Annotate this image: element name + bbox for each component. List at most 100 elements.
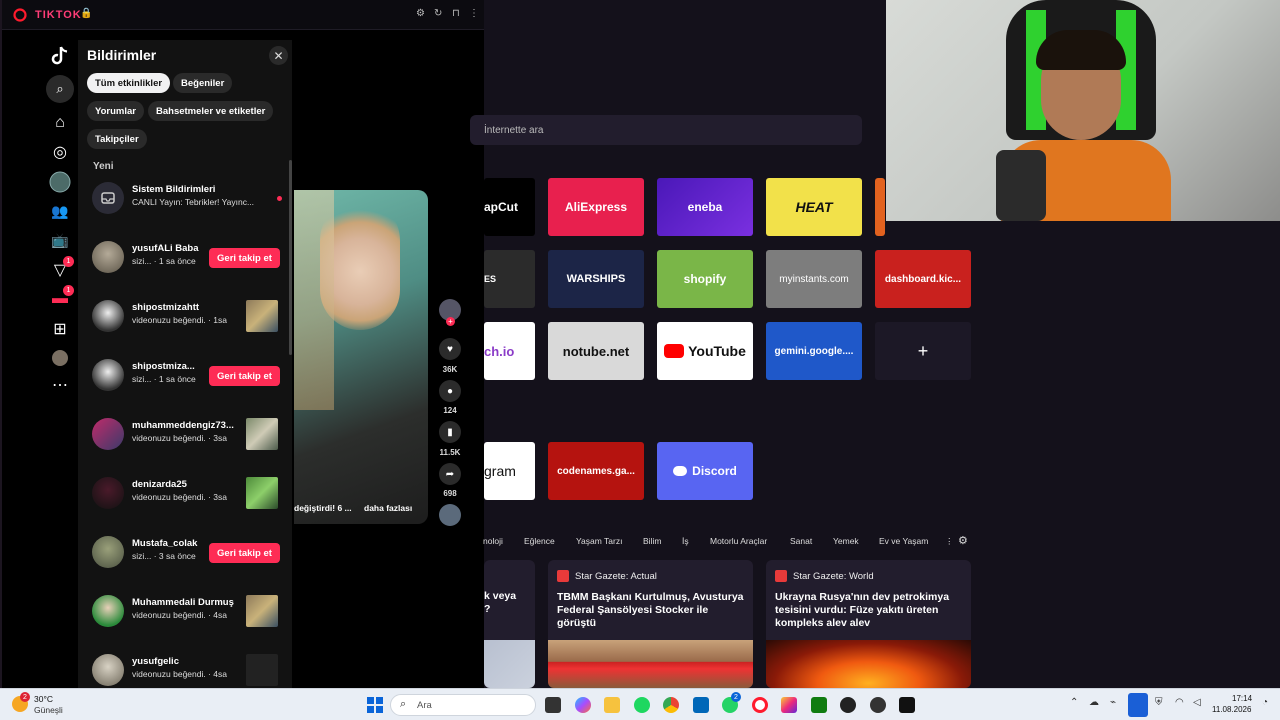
store-icon[interactable] — [693, 697, 709, 713]
windows-start-icon[interactable] — [367, 697, 383, 718]
speed-dial-tile[interactable]: notube.net — [548, 322, 644, 380]
clock-time[interactable]: 17:14 — [1232, 694, 1252, 703]
network-icon[interactable]: ⌁ — [1110, 697, 1116, 708]
filter-comments[interactable]: Yorumlar — [87, 101, 145, 121]
user-avatar[interactable] — [46, 344, 74, 372]
like-icon[interactable]: ♥ — [439, 338, 461, 360]
app-icon[interactable] — [870, 697, 886, 713]
wifi-icon[interactable]: ◠ — [1175, 697, 1184, 708]
following-icon[interactable]: 👥 — [46, 197, 74, 225]
speed-dial-tile[interactable]: ES — [484, 250, 535, 308]
notification-row[interactable]: shipostmizahtt videonuzu beğendi. · 1sa — [92, 296, 288, 336]
notification-row[interactable]: Mustafa_colak sizi... · 3 sa önce Geri t… — [92, 532, 288, 572]
share-icon[interactable]: ➦ — [439, 463, 461, 485]
speed-dial-tile[interactable]: WARSHIPS — [548, 250, 644, 308]
follow-plus-icon[interactable]: + — [446, 317, 455, 326]
news-card[interactable]: Star Gazete: Actual TBMM Başkanı Kurtulm… — [548, 560, 753, 688]
settings-icon[interactable]: ⚙ — [958, 534, 968, 547]
video-player[interactable]: değiştirdi! 6 ... daha fazlası — [294, 190, 428, 524]
steam-icon[interactable] — [840, 697, 856, 713]
upload-icon[interactable]: ⊞ — [46, 315, 74, 343]
comment-icon[interactable]: ● — [439, 380, 461, 402]
user-avatar[interactable] — [92, 300, 124, 332]
speed-dial-tile[interactable]: eneba — [657, 178, 753, 236]
notification-row[interactable]: yusufALi Baba sizi... · 1 sa önce Geri t… — [92, 237, 288, 277]
notification-bell-icon[interactable]: ◔ — [1262, 697, 1268, 708]
music-disc-avatar[interactable] — [439, 504, 461, 526]
opera-icon[interactable] — [752, 697, 768, 713]
xbox-icon[interactable] — [811, 697, 827, 713]
speed-dial-tile[interactable]: ch.io — [484, 322, 535, 380]
speed-dial-tile[interactable]: codenames.ga... — [548, 442, 644, 500]
menu-icon[interactable]: ⋮ — [469, 8, 479, 19]
user-avatar[interactable] — [92, 595, 124, 627]
notification-row[interactable]: shipostmiza... sizi... · 1 sa önce Geri … — [92, 355, 288, 395]
notification-row[interactable]: denizarda25 videonuzu beğendi. · 3sa — [92, 473, 288, 513]
live-icon[interactable]: 📺 — [46, 226, 74, 254]
category-tab[interactable]: noloji — [483, 536, 503, 546]
news-card[interactable]: k veya ? — [484, 560, 535, 688]
filter-followers[interactable]: Takipçiler — [87, 129, 147, 149]
chrome-icon[interactable] — [663, 697, 679, 713]
user-avatar[interactable] — [92, 241, 124, 273]
category-tab[interactable]: Ev ve Yaşam — [879, 536, 928, 546]
user-avatar[interactable] — [92, 536, 124, 568]
category-tab[interactable]: Motorlu Araçlar — [710, 536, 767, 546]
volume-icon[interactable]: ◁ — [1193, 697, 1201, 708]
inbox-icon[interactable]: ▽ 1 — [46, 256, 74, 284]
task-view-icon[interactable] — [545, 697, 561, 713]
search-icon[interactable]: ⌕ — [46, 75, 74, 103]
speed-dial-tile[interactable]: gemini.google.... — [766, 322, 862, 380]
notification-row[interactable]: yusufgelic videonuzu beğendi. · 4sa — [92, 650, 288, 690]
news-card[interactable]: Star Gazete: World Ukrayna Rusya'nın dev… — [766, 560, 971, 688]
user-avatar[interactable] — [92, 654, 124, 686]
profile-avatar[interactable] — [46, 168, 74, 196]
reload-icon[interactable]: ↻ — [434, 8, 442, 19]
capcut-icon[interactable] — [899, 697, 915, 713]
video-more-link[interactable]: daha fazlası — [364, 503, 412, 513]
follow-back-button[interactable]: Geri takip et — [209, 543, 280, 563]
more-icon[interactable]: ⋮ — [945, 536, 954, 547]
filter-all[interactable]: Tüm etkinlikler — [87, 73, 171, 93]
speed-dial-tile[interactable]: YouTube — [657, 322, 753, 380]
weather-description[interactable]: Güneşli — [34, 705, 63, 715]
category-tab[interactable]: Eğlence — [524, 536, 555, 546]
speed-dial-tile[interactable]: shopify — [657, 250, 753, 308]
speed-dial-tile[interactable]: apCut — [484, 178, 535, 236]
user-avatar[interactable] — [92, 418, 124, 450]
notification-row[interactable]: Sistem Bildirimleri CANLI Yayın: Tebrikl… — [92, 178, 288, 218]
copilot-icon[interactable] — [575, 697, 591, 713]
video-thumbnail[interactable] — [246, 300, 278, 332]
speed-dial-tile[interactable]: HEAT — [766, 178, 862, 236]
speed-dial-tile[interactable]: Discord — [657, 442, 753, 500]
speed-dial-tile[interactable]: AliExpress — [548, 178, 644, 236]
clock-date[interactable]: 11.08.2026 — [1212, 705, 1251, 714]
chevron-up-icon[interactable]: ⌃ — [1070, 697, 1078, 708]
video-thumbnail[interactable] — [246, 477, 278, 509]
tiktok-logo-icon[interactable] — [46, 42, 74, 70]
follow-back-button[interactable]: Geri takip et — [209, 366, 280, 386]
speed-dial-tile[interactable] — [875, 178, 885, 236]
user-avatar[interactable] — [92, 477, 124, 509]
follow-back-button[interactable]: Geri takip et — [209, 248, 280, 268]
spotify-icon[interactable] — [634, 697, 650, 713]
weather-temperature[interactable]: 30°C — [34, 694, 53, 704]
speed-dial-tile[interactable]: gram — [484, 442, 535, 500]
bookmark-icon[interactable]: ▮ — [439, 421, 461, 443]
speed-dial-tile[interactable]: myinstants.com — [766, 250, 862, 308]
notification-row[interactable]: muhammeddengiz73... videonuzu beğendi. ·… — [92, 414, 288, 454]
microphone-icon[interactable] — [1128, 693, 1148, 717]
pin-icon[interactable]: ⊓ — [452, 8, 460, 19]
close-icon[interactable]: ✕ — [269, 46, 288, 65]
category-tab[interactable]: İş — [682, 536, 689, 546]
search-bar[interactable]: İnternette ara — [470, 115, 862, 145]
video-thumbnail[interactable] — [246, 418, 278, 450]
video-thumbnail[interactable] — [246, 654, 278, 686]
messages-icon[interactable]: ▬ 1 — [46, 285, 74, 313]
cloud-icon[interactable]: ☁ — [1089, 697, 1099, 708]
scrollbar[interactable] — [289, 160, 292, 355]
category-tab[interactable]: Yaşam Tarzı — [576, 536, 622, 546]
explore-icon[interactable]: ◎ — [46, 138, 74, 166]
filter-mentions[interactable]: Bahsetmeler ve etiketler — [148, 101, 274, 121]
category-tab[interactable]: Sanat — [790, 536, 812, 546]
